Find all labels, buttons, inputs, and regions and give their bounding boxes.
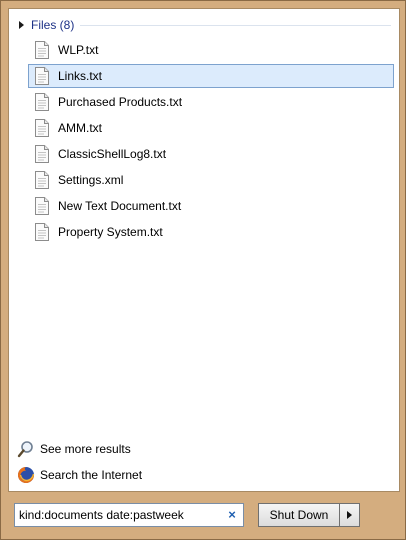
magnifier-icon <box>17 441 33 458</box>
file-name: WLP.txt <box>58 43 99 57</box>
file-item[interactable]: Settings.xml <box>28 168 394 192</box>
file-name: New Text Document.txt <box>58 199 182 213</box>
search-internet-link[interactable]: Search the Internet <box>17 465 142 485</box>
text-file-icon <box>35 171 49 189</box>
search-box[interactable]: × <box>14 503 244 527</box>
file-item[interactable]: ClassicShellLog8.txt <box>28 142 394 166</box>
shutdown-group: Shut Down <box>258 503 360 527</box>
file-item[interactable]: WLP.txt <box>28 38 394 62</box>
file-name: Settings.xml <box>58 173 124 187</box>
start-menu-frame: Files (8) WLP.txt Links.txt Purchased Prod… <box>0 0 406 540</box>
close-icon[interactable]: × <box>225 507 239 523</box>
file-name: ClassicShellLog8.txt <box>58 147 167 161</box>
text-file-icon <box>35 145 49 163</box>
file-item[interactable]: AMM.txt <box>28 116 394 140</box>
files-group-label: Files (8) <box>31 18 75 32</box>
files-group-header[interactable]: Files (8) <box>19 17 391 33</box>
file-item[interactable]: Links.txt <box>28 64 394 88</box>
text-file-icon <box>35 119 49 137</box>
firefox-icon <box>18 467 35 483</box>
triangle-right-icon <box>19 21 24 29</box>
see-more-results-link[interactable]: See more results <box>17 439 131 459</box>
text-file-icon <box>35 93 49 111</box>
file-name: Links.txt <box>58 69 103 83</box>
see-more-results-label: See more results <box>40 442 131 456</box>
file-item[interactable]: New Text Document.txt <box>28 194 394 218</box>
file-name: Property System.txt <box>58 225 163 239</box>
file-name: Purchased Products.txt <box>58 95 183 109</box>
file-item[interactable]: Purchased Products.txt <box>28 90 394 114</box>
text-file-icon <box>35 223 49 241</box>
group-divider <box>80 24 391 26</box>
text-file-icon <box>35 197 49 215</box>
results-panel: Files (8) WLP.txt Links.txt Purchased Prod… <box>8 8 400 492</box>
search-input[interactable] <box>15 504 220 526</box>
search-internet-label: Search the Internet <box>40 468 143 482</box>
shutdown-button[interactable]: Shut Down <box>258 503 339 527</box>
text-file-icon <box>35 41 49 59</box>
file-list: WLP.txt Links.txt Purchased Products.txt AM… <box>28 38 394 246</box>
file-name: AMM.txt <box>58 121 102 135</box>
text-file-icon <box>35 67 49 85</box>
shutdown-options-button[interactable] <box>339 503 360 527</box>
file-item[interactable]: Property System.txt <box>28 220 394 244</box>
chevron-right-icon <box>347 511 352 519</box>
